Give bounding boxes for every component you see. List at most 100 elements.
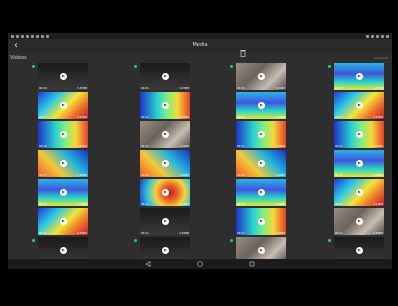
play-icon [59, 102, 67, 109]
video-thumbnail[interactable]: 00:12 2.29MB [140, 121, 190, 148]
video-size: 5.25MB [179, 87, 189, 90]
video-thumbnail[interactable]: 00:12 2.29MB [38, 92, 88, 119]
video-meta: 00:12 2.29MB [39, 116, 87, 119]
status-icons-left [11, 34, 49, 38]
triangle-back-icon[interactable] [144, 260, 152, 268]
video-thumbnail[interactable]: 00:26 5.25MB [334, 63, 384, 90]
video-thumbnail[interactable]: 00:12 2.29MB [236, 121, 286, 148]
video-duration: 00:26 [335, 87, 343, 90]
video-thumbnail[interactable]: 00:12 2.56MB [140, 208, 190, 235]
video-duration: 00:12 [237, 145, 245, 148]
play-icon [355, 218, 363, 225]
play-icon [355, 131, 363, 138]
video-meta: 00:12 2.56MB [39, 232, 87, 235]
android-nav-bar [8, 259, 392, 269]
video-size: 2.56MB [179, 232, 189, 235]
play-icon [161, 131, 169, 138]
play-icon [355, 247, 363, 254]
selected-check-icon[interactable] [328, 65, 331, 68]
select-all-link[interactable]: Select all [374, 56, 388, 60]
video-size: 2.56MB [77, 232, 87, 235]
video-thumbnail[interactable]: 00:12 2.24MB [140, 179, 190, 206]
play-icon [59, 160, 67, 167]
page-title: Media [192, 42, 208, 48]
play-icon [59, 218, 67, 225]
video-thumbnail[interactable]: 00:26 5.25MB [38, 63, 88, 90]
video-duration: 00:12 [335, 232, 343, 235]
video-duration: 00:26 [141, 87, 149, 90]
video-size: 3.87MB [77, 145, 87, 148]
video-thumbnail[interactable]: 00:12 2.38MB [334, 150, 384, 177]
video-size: 2.24MB [77, 203, 87, 206]
video-meta: 00:12 2.29MB [237, 145, 285, 148]
square-recents-icon[interactable] [248, 260, 256, 268]
video-duration: 00:12 [335, 174, 343, 177]
video-thumbnail[interactable]: 00:26 5.25MB [236, 63, 286, 90]
video-meta: 00:12 2.24MB [39, 203, 87, 206]
video-thumbnail[interactable]: 00:12 2.38MB [38, 150, 88, 177]
play-icon [257, 73, 265, 80]
selected-check-icon[interactable] [328, 239, 331, 242]
video-thumbnail[interactable]: 00:12 2.29MB [236, 92, 286, 119]
play-icon [161, 189, 169, 196]
video-thumbnail[interactable]: 00:12 2.29MB [334, 121, 384, 148]
video-size: 2.38MB [179, 174, 189, 177]
selected-check-icon[interactable] [134, 239, 137, 242]
video-thumbnail[interactable]: 00:18 3.87MB [38, 121, 88, 148]
video-size: 2.29MB [373, 145, 383, 148]
selected-check-icon[interactable] [230, 65, 233, 68]
video-meta: 00:12 2.29MB [237, 116, 285, 119]
play-icon [161, 218, 169, 225]
play-icon [59, 131, 67, 138]
video-thumbnail[interactable]: 00:12 2.56MB [236, 208, 286, 235]
video-duration: 00:12 [237, 174, 245, 177]
video-meta: 00:18 3.87MB [39, 145, 87, 148]
video-thumbnail[interactable]: 00:12 2.38MB [140, 150, 190, 177]
video-thumbnail[interactable]: 00:12 2.56MB [334, 208, 384, 235]
selected-check-icon[interactable] [134, 65, 137, 68]
video-meta: 00:26 5.25MB [335, 87, 383, 90]
video-size: 2.29MB [179, 116, 189, 119]
video-meta: 00:12 2.24MB [335, 203, 383, 206]
video-meta: 00:26 5.25MB [141, 87, 189, 90]
video-size: 2.38MB [77, 174, 87, 177]
play-icon [355, 73, 363, 80]
video-thumbnail[interactable]: 00:12 2.24MB [38, 179, 88, 206]
play-icon [257, 218, 265, 225]
video-meta: 00:12 2.38MB [39, 174, 87, 177]
video-thumbnail[interactable]: 00:12 2.29MB [334, 92, 384, 119]
circle-home-icon[interactable] [196, 260, 204, 268]
video-thumbnail[interactable]: 00:12 2.56MB [38, 208, 88, 235]
video-size: 5.25MB [275, 87, 285, 90]
video-size: 2.24MB [275, 203, 285, 206]
video-size: 2.29MB [179, 145, 189, 148]
play-icon [59, 73, 67, 80]
video-thumbnail[interactable]: 00:12 2.38MB [236, 150, 286, 177]
tablet-screen: ‹ Media Videos Select all 00:26 5.25MB 00:… [8, 33, 392, 269]
video-size: 5.25MB [77, 87, 87, 90]
video-meta: 00:12 2.29MB [141, 116, 189, 119]
play-icon [257, 189, 265, 196]
play-icon [59, 189, 67, 196]
app-bar: ‹ Media [8, 39, 392, 57]
video-duration: 00:26 [237, 87, 245, 90]
video-duration: 00:12 [141, 174, 149, 177]
video-size: 2.24MB [373, 203, 383, 206]
selected-check-icon[interactable] [32, 239, 35, 242]
video-meta: 00:12 2.24MB [237, 203, 285, 206]
video-thumbnail[interactable]: 00:12 2.24MB [334, 179, 384, 206]
video-thumbnail[interactable]: 00:12 2.29MB [140, 92, 190, 119]
video-duration: 00:12 [237, 116, 245, 119]
video-thumbnail[interactable]: 00:26 5.25MB [140, 63, 190, 90]
video-thumbnail[interactable]: 00:12 2.24MB [236, 179, 286, 206]
selected-check-icon[interactable] [230, 239, 233, 242]
video-size: 2.38MB [373, 174, 383, 177]
selected-check-icon[interactable] [32, 65, 35, 68]
trash-icon[interactable] [240, 42, 246, 57]
video-meta: 00:12 2.56MB [141, 232, 189, 235]
video-meta: 00:26 5.25MB [39, 87, 87, 90]
play-icon [161, 247, 169, 254]
video-meta: 00:12 2.38MB [237, 174, 285, 177]
video-grid: 00:26 5.25MB 00:12 2.29MB 00:18 3.87MB 00:12 2.… [8, 63, 392, 264]
video-duration: 00:26 [39, 87, 47, 90]
